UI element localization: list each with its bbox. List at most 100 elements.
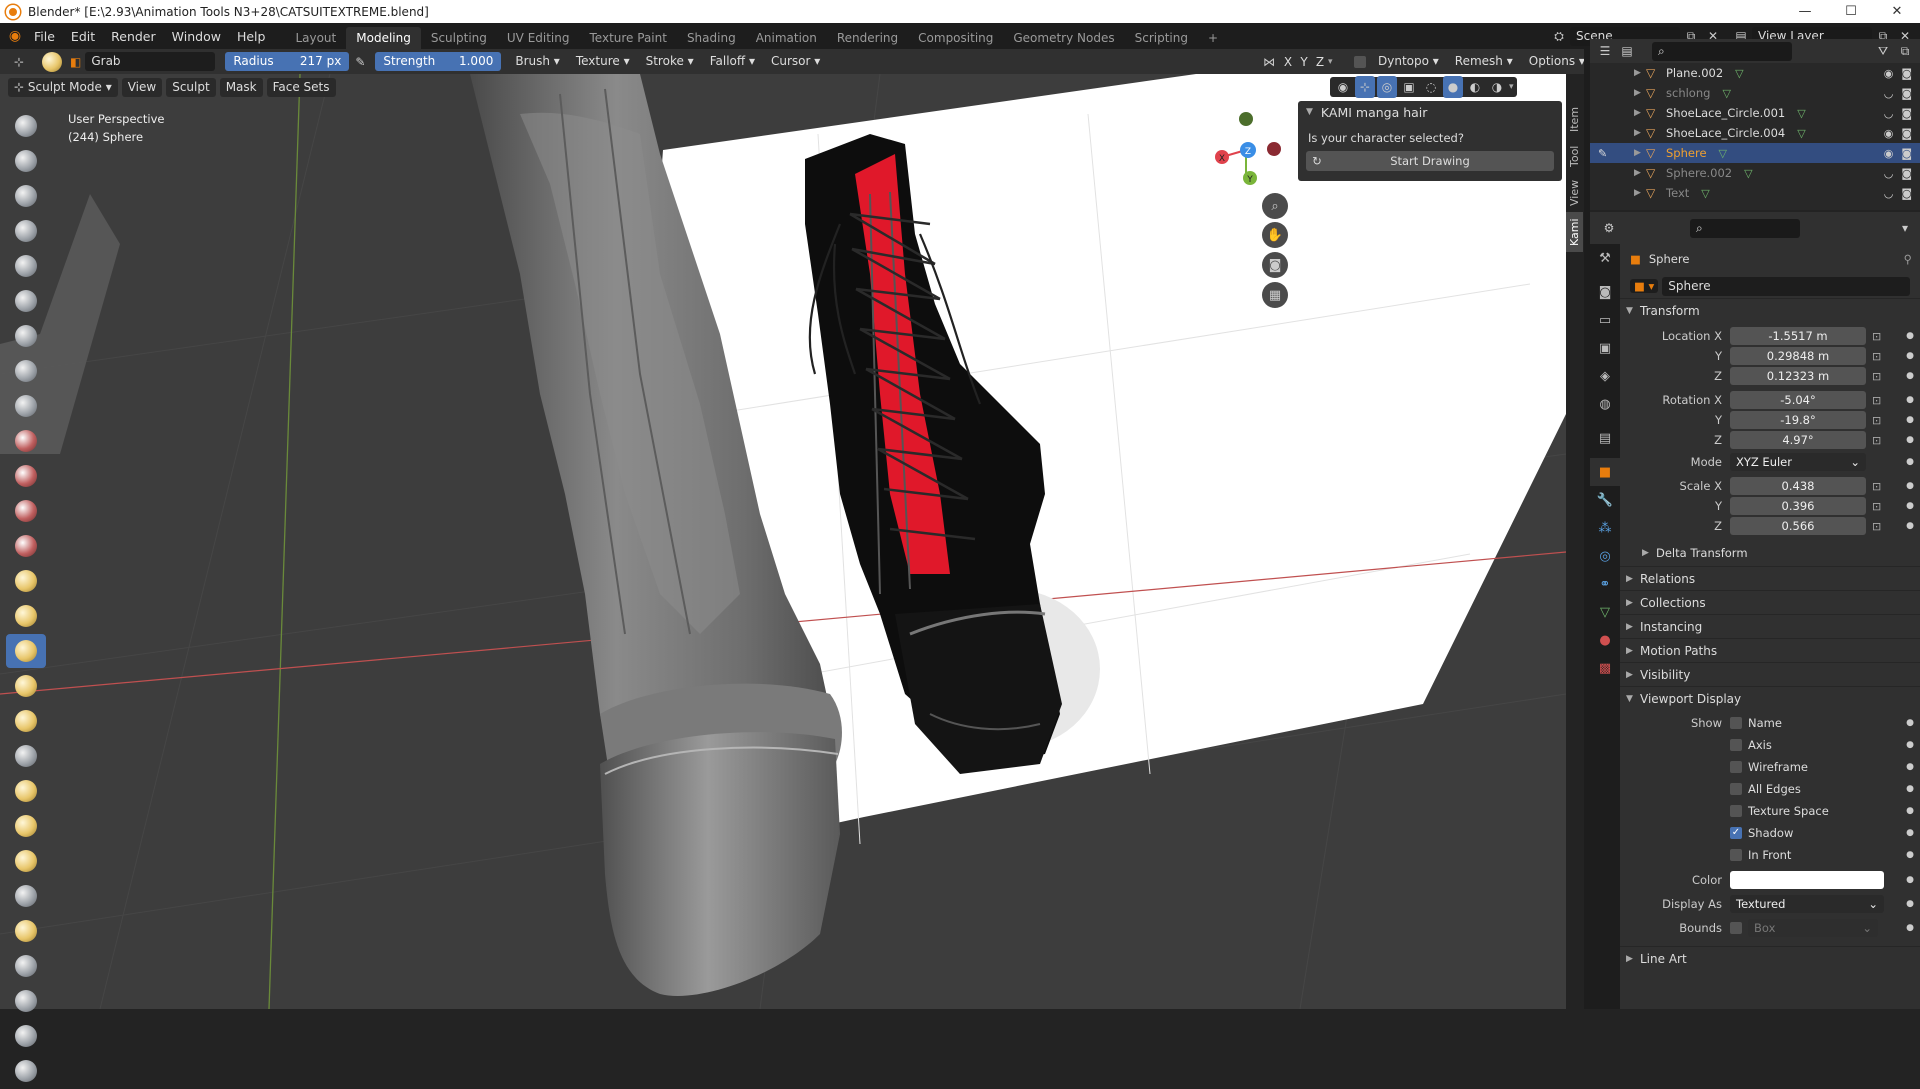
display-mode-icon[interactable]: ▤: [1616, 40, 1638, 62]
lock-icon[interactable]: ⊡: [1872, 330, 1881, 343]
outliner-row-sphere[interactable]: ✎ ▶ ▽ Sphere ▽ ◉ ◙: [1590, 143, 1920, 163]
maximize-button[interactable]: ☐: [1828, 0, 1874, 23]
lock-icon[interactable]: ⊡: [1872, 370, 1881, 383]
shading-options-icon[interactable]: ▾: [1509, 82, 1514, 92]
keyframe-dot-icon[interactable]: ●: [1906, 331, 1914, 341]
keyframe-dot-icon[interactable]: ●: [1906, 351, 1914, 361]
rendered-shading-icon[interactable]: ◑: [1487, 76, 1507, 98]
simplify-brush-tool[interactable]: [6, 984, 46, 1018]
clay-thumb-brush-tool[interactable]: [6, 249, 46, 283]
axis-y-toggle[interactable]: Y: [1296, 55, 1312, 69]
symmetry-dropdown-icon[interactable]: ▾: [1328, 57, 1340, 67]
pose-brush-tool[interactable]: [6, 774, 46, 808]
constraint-properties-tab[interactable]: ⚭: [1590, 570, 1620, 598]
lock-icon[interactable]: ⊡: [1872, 434, 1881, 447]
axis-z-toggle[interactable]: Z: [1312, 55, 1328, 69]
wireframe-shading-icon[interactable]: ◌: [1421, 76, 1441, 98]
cloth-brush-tool[interactable]: [6, 949, 46, 983]
eye-closed-icon[interactable]: ◡: [1884, 87, 1894, 100]
transform-section-header[interactable]: ▼ Transform: [1620, 298, 1920, 322]
draw-sharp-brush-tool[interactable]: [6, 144, 46, 178]
properties-options-icon[interactable]: ▾: [1894, 217, 1916, 239]
expand-arrow-icon[interactable]: ▶: [1634, 88, 1646, 98]
expand-arrow-icon[interactable]: ▶: [1634, 168, 1646, 178]
location-x-field[interactable]: -1.5517 m: [1730, 327, 1866, 345]
location-z-field[interactable]: 0.12323 m: [1730, 367, 1866, 385]
keyframe-dot-icon[interactable]: ●: [1906, 806, 1914, 816]
mask-brush-tool[interactable]: [6, 1019, 46, 1053]
pressure-radius-icon[interactable]: ✎: [349, 51, 371, 73]
pinch-brush-tool[interactable]: [6, 599, 46, 633]
tab-modeling[interactable]: Modeling: [346, 27, 421, 49]
solid-shading-icon[interactable]: ●: [1443, 76, 1463, 98]
remesh-menu[interactable]: Remesh ▾: [1449, 52, 1519, 71]
layer-brush-tool[interactable]: [6, 284, 46, 318]
brush-menu[interactable]: Brush ▾: [509, 52, 565, 71]
falloff-menu[interactable]: Falloff ▾: [704, 52, 761, 71]
tab-layout[interactable]: Layout: [285, 27, 346, 49]
draw-brush-tool[interactable]: [6, 109, 46, 143]
symmetry-icon[interactable]: ⋈: [1258, 51, 1280, 73]
tab-animation[interactable]: Animation: [746, 27, 827, 49]
instancing-section-header[interactable]: ▶ Instancing: [1620, 614, 1920, 638]
brush-preview-icon[interactable]: [42, 51, 62, 72]
outliner-editor-type-icon[interactable]: ☰: [1594, 40, 1616, 62]
dyntopo-checkbox[interactable]: [1354, 55, 1366, 68]
display-as-dropdown[interactable]: Textured ⌄: [1730, 895, 1884, 913]
clay-strips-brush-tool[interactable]: [6, 214, 46, 248]
rotation-y-field[interactable]: -19.8°: [1730, 411, 1866, 429]
scale-y-field[interactable]: 0.396: [1730, 497, 1866, 515]
scene-selector-icon[interactable]: ⛭: [1548, 25, 1570, 47]
keyframe-dot-icon[interactable]: ●: [1906, 718, 1914, 728]
grab-brush-tool[interactable]: [6, 634, 46, 668]
motion-paths-section-header[interactable]: ▶ Motion Paths: [1620, 638, 1920, 662]
bounds-dropdown[interactable]: Box ⌄: [1748, 919, 1878, 937]
multiplane-scrape-brush-tool[interactable]: [6, 564, 46, 598]
outliner-row-text[interactable]: ▶ ▽ Text ▽ ◡ ◙: [1590, 183, 1920, 203]
keyframe-dot-icon[interactable]: ●: [1906, 828, 1914, 838]
flatten-brush-tool[interactable]: [6, 459, 46, 493]
inflate-brush-tool[interactable]: [6, 319, 46, 353]
rotate-brush-tool[interactable]: [6, 844, 46, 878]
expand-arrow-icon[interactable]: ▶: [1634, 68, 1646, 78]
tab-shading[interactable]: Shading: [677, 27, 746, 49]
pin-icon[interactable]: ⚲: [1904, 252, 1912, 266]
line-art-section-header[interactable]: ▶ Line Art: [1620, 946, 1920, 970]
show-wireframe-checkbox[interactable]: [1730, 761, 1742, 773]
tab-texture-paint[interactable]: Texture Paint: [580, 27, 677, 49]
brush-name-field[interactable]: Grab: [85, 52, 216, 71]
strength-slider[interactable]: Strength 1.000: [375, 52, 502, 71]
location-y-field[interactable]: 0.29848 m: [1730, 347, 1866, 365]
physics-properties-tab[interactable]: ◎: [1590, 542, 1620, 570]
menu-render[interactable]: Render: [103, 29, 164, 44]
camera-render-icon[interactable]: ◙: [1901, 167, 1912, 180]
eye-closed-icon[interactable]: ◡: [1884, 107, 1894, 120]
nudge-brush-tool[interactable]: [6, 809, 46, 843]
keyframe-dot-icon[interactable]: ●: [1906, 395, 1914, 405]
camera-render-icon[interactable]: ◙: [1901, 127, 1912, 140]
add-workspace-button[interactable]: +: [1198, 27, 1228, 49]
keyframe-dot-icon[interactable]: ●: [1906, 784, 1914, 794]
ortho-toggle-button[interactable]: ▦: [1262, 282, 1288, 308]
kami-panel-header[interactable]: ▼ KAMI manga hair: [1298, 101, 1562, 123]
minimize-button[interactable]: —: [1782, 0, 1828, 23]
material-properties-tab[interactable]: ●: [1590, 626, 1620, 654]
object-name-field[interactable]: Sphere: [1662, 276, 1910, 296]
collections-section-header[interactable]: ▶ Collections: [1620, 590, 1920, 614]
tab-kami[interactable]: Kami: [1566, 212, 1583, 252]
particle-properties-tab[interactable]: ⁂: [1590, 514, 1620, 542]
outliner-row-sphere-002[interactable]: ▶ ▽ Sphere.002 ▽ ◡ ◙: [1590, 163, 1920, 183]
eye-closed-icon[interactable]: ◡: [1884, 187, 1894, 200]
menu-file[interactable]: File: [26, 29, 63, 44]
tool-properties-tab[interactable]: ⚒: [1590, 244, 1620, 272]
close-button[interactable]: ✕: [1874, 0, 1920, 23]
object-properties-tab[interactable]: ■: [1590, 458, 1620, 486]
visibility-icon[interactable]: ◉: [1333, 76, 1353, 98]
tab-item[interactable]: Item: [1566, 100, 1583, 138]
relations-section-header[interactable]: ▶ Relations: [1620, 566, 1920, 590]
editor-type-icon[interactable]: ⊹: [8, 51, 30, 73]
tab-sculpting[interactable]: Sculpting: [421, 27, 497, 49]
sculpt-menu[interactable]: Sculpt: [166, 77, 216, 97]
blob-brush-tool[interactable]: [6, 354, 46, 388]
camera-render-icon[interactable]: ◙: [1901, 107, 1912, 120]
